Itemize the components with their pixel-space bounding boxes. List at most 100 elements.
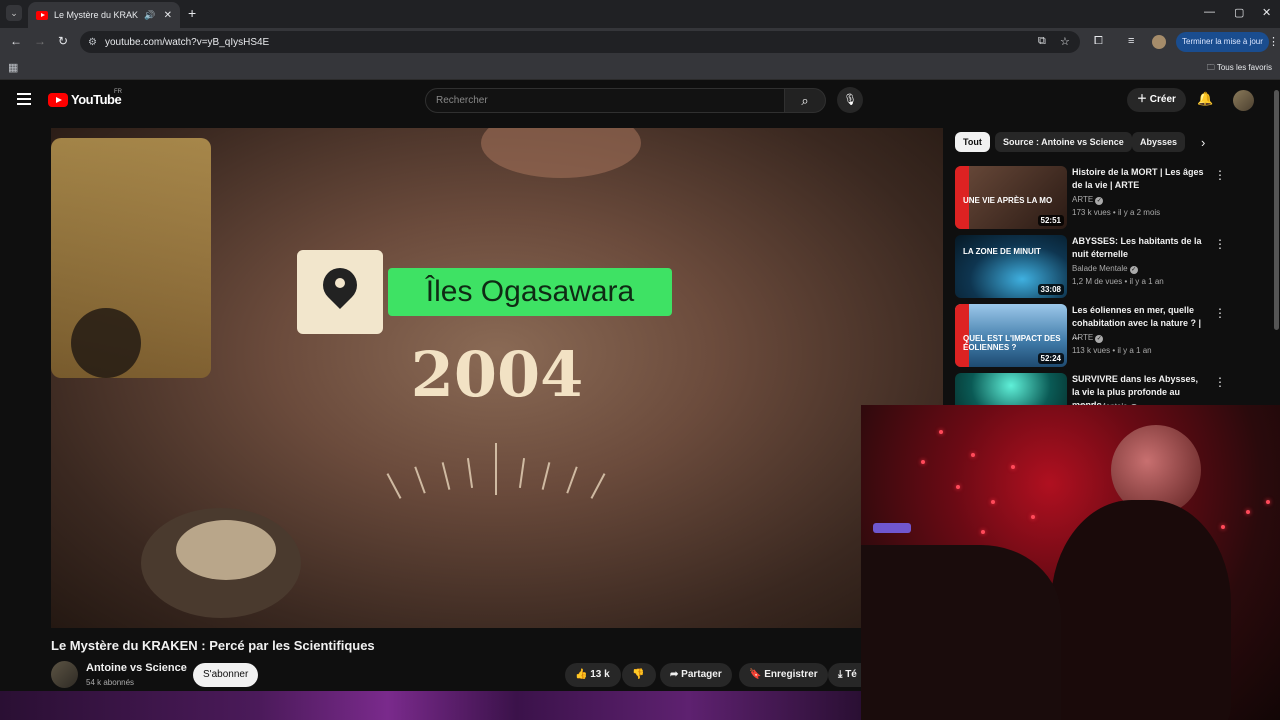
new-tab-button[interactable]: + [188,5,196,21]
bookmark-star-icon[interactable]: ☆ [1060,35,1070,48]
led-light [1221,525,1225,529]
address-bar[interactable]: ⚙ youtube.com/watch?v=yB_qIysHS4E [80,31,1080,53]
recommendation-title[interactable]: ABYSSES: Les habitants de la nuit éterne… [1072,235,1208,261]
maximize-icon[interactable]: ▢ [1234,6,1244,19]
update-button[interactable]: Terminer la mise à jour [1176,32,1269,52]
recommendation-channel: ARTE ✓ [1072,333,1104,343]
led-light [1011,465,1015,469]
dislike-button[interactable]: 👎 [622,663,656,687]
browser-tab-strip: ⌄ Le Mystère du KRAKEN : Pe 🔊 ✕ + — ▢ ✕ [0,0,1280,28]
more-options-icon[interactable]: ⋮ [1214,237,1226,251]
install-app-icon[interactable]: ⧉ [1038,35,1046,48]
youtube-header: YouTube FR Rechercher ⌕ 🎙 ＋ Créer 🔔 [0,80,1280,124]
browser-tab-active[interactable]: Le Mystère du KRAKEN : Pe 🔊 ✕ [28,2,180,28]
recommendation-thumbnail[interactable]: QUEL EST L'IMPACT DES ÉOLIENNES ? 52:24 [955,304,1067,367]
browser-menu-icon[interactable]: ⋮ [1268,35,1279,48]
webcam-blue-light [873,523,911,533]
recommendation-meta: 173 k vues • il y a 2 mois [1072,208,1161,217]
chip-abysses[interactable]: Abysses [1132,132,1186,152]
led-light [921,460,925,464]
recommendation-thumbnail[interactable]: LA ZONE DE MINUIT 33:08 [955,235,1067,298]
search-icon[interactable]: ⌕ [784,88,826,113]
recommendation-item[interactable]: QUEL EST L'IMPACT DES ÉOLIENNES ? 52:24 … [955,304,1255,368]
tab-title: Le Mystère du KRAKEN : Pe [54,10,139,20]
channel-name[interactable]: Antoine vs Science [86,662,187,674]
all-bookmarks-label: Tous les favoris [1216,63,1272,72]
recommendation-meta: 113 k vues • il y a 1 an [1072,346,1152,355]
recommendation-item[interactable]: UNE VIE APRÈS LA MO 52:51 Histoire de la… [955,166,1255,230]
share-button[interactable]: ➦ Partager [660,663,732,687]
like-button[interactable]: 👍 13 k [565,663,621,687]
video-scene-wheel [71,308,141,378]
create-button[interactable]: ＋ Créer [1127,88,1186,112]
bottom-page-strip [0,691,861,720]
webcam-foreground [861,545,1061,720]
recommendation-channel: ARTE ✓ [1072,195,1104,205]
menu-icon[interactable] [17,93,31,108]
chip-source[interactable]: Source : Antoine vs Science [995,132,1132,152]
recommendation-meta: 1,2 M de vues • il y a 1 an [1072,277,1164,286]
site-info-icon[interactable]: ⚙ [88,37,97,48]
video-duration: 33:08 [1037,284,1064,295]
verified-icon: ✓ [1095,197,1104,205]
chip-all[interactable]: Tout [955,132,990,152]
create-label: Créer [1149,94,1176,105]
led-light [1246,510,1250,514]
notifications-icon[interactable]: 🔔 [1197,91,1213,107]
download-button[interactable]: ⤓ Té [828,663,861,687]
recommendation-thumbnail[interactable]: UNE VIE APRÈS LA MO 52:51 [955,166,1067,229]
led-light [1266,500,1270,504]
youtube-play-icon [48,92,68,107]
account-avatar[interactable] [1233,90,1254,111]
thumbnail-text: QUEL EST L'IMPACT DES ÉOLIENNES ? [963,334,1061,352]
search-input[interactable]: Rechercher [425,88,785,113]
recommendation-title[interactable]: Histoire de la MORT | Les âges de la vie… [1072,166,1208,192]
overlay-year: 2004 [410,338,584,411]
close-window-icon[interactable]: ✕ [1262,6,1271,19]
save-button[interactable]: 🔖 Enregistrer [739,663,828,687]
subscribe-button[interactable]: S'abonner [193,663,259,687]
browser-toolbar: ← → ↻ ⚙ youtube.com/watch?v=yB_qIysHS4E … [0,28,1280,56]
apps-grid-icon[interactable]: ▦ [8,61,18,74]
recommendation-item[interactable]: LA ZONE DE MINUIT 33:08 ABYSSES: Les hab… [955,235,1255,299]
speaker-icon[interactable]: 🔊 [144,10,155,21]
video-scene-compass-face [176,520,276,580]
channel-avatar[interactable] [51,661,78,688]
webcam-overlay [861,405,1280,720]
minimize-icon[interactable]: — [1204,6,1215,18]
timeline-tick [386,473,402,499]
timeline-tick [566,466,578,494]
timeline-tick [466,458,474,488]
tab-search-button[interactable]: ⌄ [6,5,22,21]
microphone-icon[interactable]: 🎙 [837,87,863,113]
country-code: FR [114,89,122,95]
timeline-tick [518,458,526,488]
all-bookmarks-button[interactable]: 🗀 Tous les favoris [1207,62,1272,76]
verified-icon: ✓ [1129,266,1138,274]
forward-icon[interactable]: → [34,34,46,48]
channel-name-text: ARTE [1072,195,1094,204]
overlay-place-label: Îles Ogasawara [388,268,672,316]
more-options-icon[interactable]: ⋮ [1214,306,1226,320]
video-duration: 52:24 [1037,353,1064,364]
led-light [981,530,985,534]
like-count: 13 k [590,669,610,680]
webcam-person-body [1051,500,1231,720]
youtube-favicon-icon [36,10,48,20]
media-controls-icon[interactable]: ≡ [1128,35,1134,47]
more-options-icon[interactable]: ⋮ [1214,168,1226,182]
profile-avatar[interactable] [1152,35,1166,49]
youtube-logo[interactable]: YouTube FR [48,89,122,107]
reload-icon[interactable]: ↻ [58,34,68,48]
verified-icon: ✓ [1095,335,1104,343]
save-icon: 🔖 [749,669,762,680]
chevron-right-icon[interactable]: › [1201,135,1205,150]
video-player[interactable]: Îles Ogasawara 2004 [51,128,943,628]
timeline-tick [590,473,606,499]
more-options-icon[interactable]: ⋮ [1214,375,1226,389]
back-icon[interactable]: ← [10,34,22,48]
page-scrollbar[interactable] [1274,90,1279,330]
extensions-icon[interactable]: ⧠ [1094,35,1103,48]
timeline-tick-center [495,443,497,495]
close-tab-icon[interactable]: ✕ [164,10,172,21]
